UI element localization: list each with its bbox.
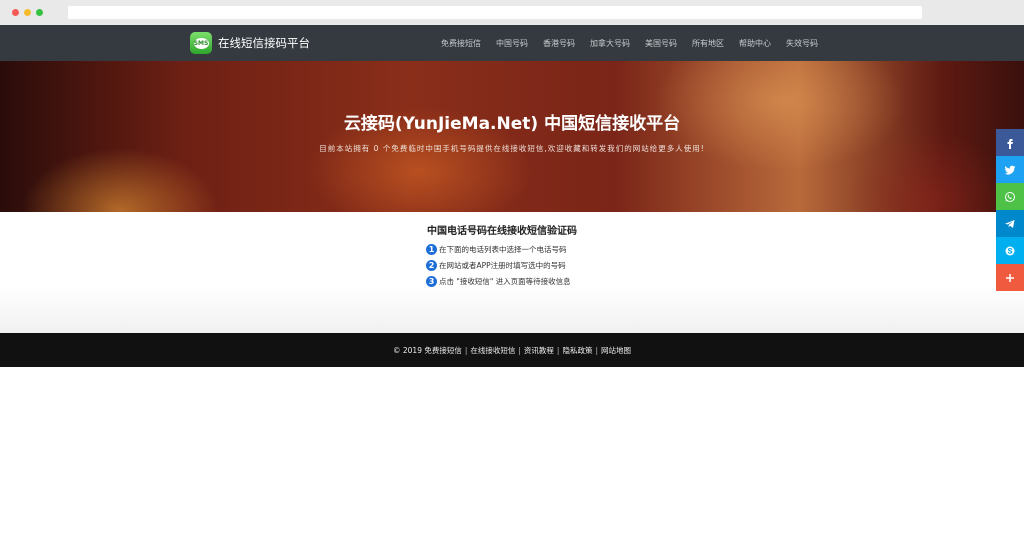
minimize-window-button[interactable] (24, 9, 31, 16)
footer-link-sitemap[interactable]: 网站地图 (601, 345, 631, 356)
skype-icon (1005, 246, 1015, 255)
nav-canada-numbers[interactable]: 加拿大号码 (590, 38, 630, 49)
hero-subtitle: 目前本站拥有 0 个免费临时中国手机号码提供在线接收短信,欢迎收藏和转发我们的网… (319, 144, 705, 153)
guide-step: 2 在网站或者APP注册时填写选中的号码 (426, 257, 571, 273)
sms-logo-icon: SMS (190, 32, 212, 54)
guide-step: 3 点击 "接收短信" 进入页面等待接收信息 (426, 273, 571, 289)
browser-chrome (0, 0, 1024, 25)
footer-copyright: © 2019 免费接短信 (393, 345, 462, 355)
maximize-window-button[interactable] (36, 9, 43, 16)
nav-free-sms[interactable]: 免费接短信 (441, 38, 481, 49)
footer-link-privacy[interactable]: 隐私政策 (562, 345, 592, 356)
close-window-button[interactable] (12, 9, 19, 16)
guide-steps: 1 在下面的电话列表中选择一个电话号码 2 在网站或者APP注册时填写选中的号码… (426, 241, 571, 289)
guide-step: 1 在下面的电话列表中选择一个电话号码 (426, 241, 571, 257)
step-text: 在网站或者APP注册时填写选中的号码 (439, 260, 566, 270)
step-number-icon: 1 (426, 243, 437, 255)
step-number-icon: 2 (426, 259, 437, 271)
nav-help-center[interactable]: 帮助中心 (739, 38, 771, 49)
twitter-share-button[interactable] (996, 156, 1024, 183)
whatsapp-icon (1005, 191, 1015, 202)
main-nav: 免费接短信 中国号码 香港号码 加拿大号码 美国号码 所有地区 帮助中心 失效号… (441, 25, 818, 61)
step-text: 点击 "接收短信" 进入页面等待接收信息 (439, 276, 571, 286)
facebook-icon (1007, 138, 1013, 149)
guide-section: 中国电话号码在线接收短信验证码 1 在下面的电话列表中选择一个电话号码 2 在网… (0, 212, 1024, 333)
telegram-icon (1005, 219, 1015, 228)
nav-china-numbers[interactable]: 中国号码 (496, 38, 528, 49)
step-number-icon: 3 (426, 275, 437, 287)
whatsapp-share-button[interactable] (996, 183, 1024, 210)
telegram-share-button[interactable] (996, 210, 1024, 237)
more-share-button[interactable] (996, 264, 1024, 291)
footer-separator: | (518, 345, 521, 355)
nav-us-numbers[interactable]: 美国号码 (645, 38, 677, 49)
brand-name: 在线短信接码平台 (218, 36, 310, 50)
footer-link-receive-sms[interactable]: 在线接收短信 (470, 345, 515, 356)
more-plus-icon (1006, 273, 1014, 282)
footer-separator: | (464, 345, 468, 355)
step-text: 在下面的电话列表中选择一个电话号码 (439, 244, 567, 254)
social-share-bar (996, 129, 1024, 291)
hero-banner: 云接码(YunJieMa.Net) 中国短信接收平台 目前本站拥有 0 个免费临… (0, 61, 1024, 212)
footer: © 2019 免费接短信 | 在线接收短信 | 资讯教程 | 隐私政策 | 网站… (0, 333, 1024, 367)
nav-hongkong-numbers[interactable]: 香港号码 (543, 38, 575, 49)
footer-link-articles[interactable]: 资讯教程 (524, 345, 554, 356)
address-bar[interactable] (68, 6, 922, 19)
footer-separator: | (595, 345, 598, 355)
twitter-icon (1004, 165, 1016, 175)
nav-expired-numbers[interactable]: 失效号码 (786, 38, 818, 49)
guide-title: 中国电话号码在线接收短信验证码 (427, 226, 577, 237)
nav-all-regions[interactable]: 所有地区 (692, 38, 724, 49)
skype-share-button[interactable] (996, 237, 1024, 264)
facebook-share-button[interactable] (996, 129, 1024, 156)
footer-separator: | (556, 345, 560, 355)
brand-link[interactable]: SMS 在线短信接码平台 (190, 31, 310, 55)
navbar: SMS 在线短信接码平台 免费接短信 中国号码 香港号码 加拿大号码 美国号码 … (0, 25, 1024, 61)
page-title: 云接码(YunJieMa.Net) 中国短信接收平台 (343, 114, 681, 134)
